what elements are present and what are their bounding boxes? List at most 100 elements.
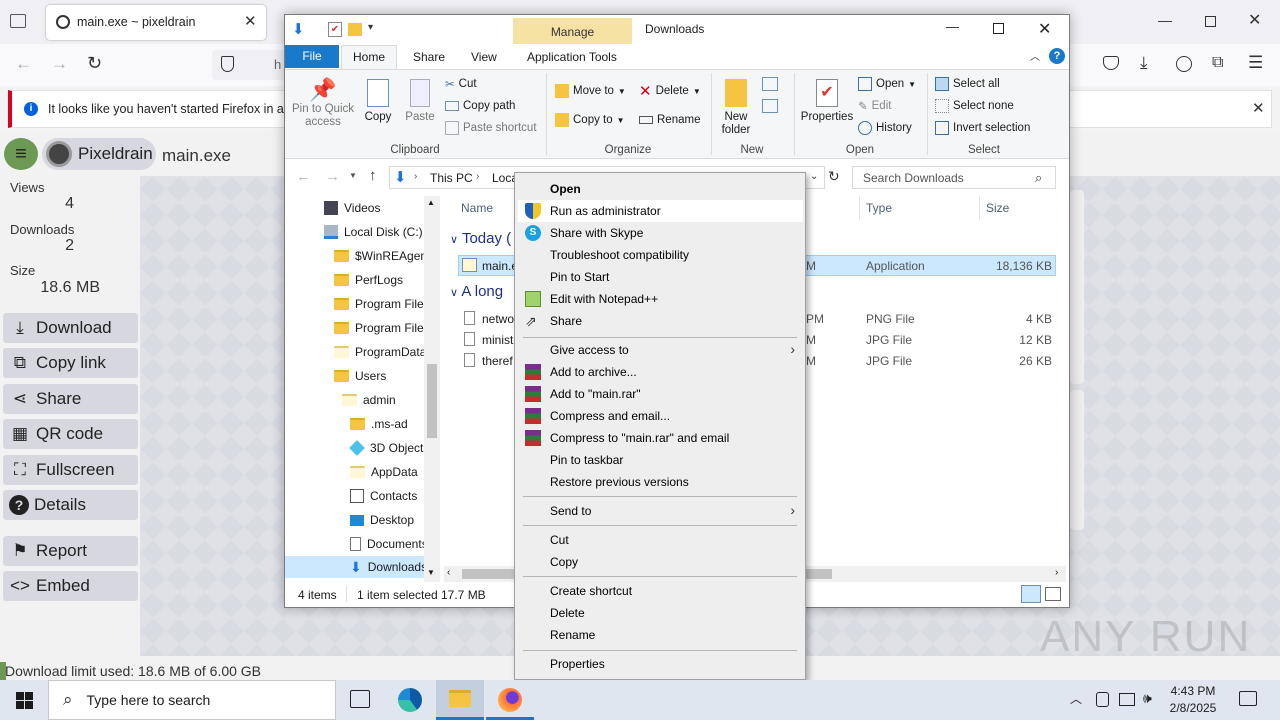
window-close-icon[interactable]: ✕ (1248, 10, 1261, 30)
properties-button[interactable]: ✔ Properties (799, 77, 855, 137)
tree-item-program-files-x86[interactable]: Program Files (334, 316, 430, 340)
breadcrumb-this-pc[interactable]: This PC (430, 171, 473, 185)
tree-item-local-disk[interactable]: Local Disk (C:) (324, 220, 423, 244)
taskbar-search-box[interactable]: ⌕ Type here to search (48, 680, 336, 720)
recent-locations-icon[interactable]: ▼ (349, 171, 357, 180)
tree-item-programdata[interactable]: ProgramData (334, 340, 426, 364)
qr-code-button[interactable]: ▦ QR code (3, 419, 138, 449)
tab-share[interactable]: Share (413, 50, 445, 64)
account-icon[interactable] (1176, 56, 1192, 72)
scroll-thumb[interactable] (427, 364, 437, 438)
column-header-type[interactable]: Type (866, 201, 892, 215)
network-device-icon[interactable] (1096, 692, 1109, 707)
scroll-left-icon[interactable]: ‹ (447, 567, 450, 578)
refresh-icon[interactable]: ↻ (828, 168, 840, 185)
tree-item-program-files[interactable]: Program Files (334, 292, 430, 316)
menu-item-pin-to-start[interactable]: Pin to Start (550, 266, 609, 288)
scroll-down-icon[interactable]: ▼ (427, 568, 435, 577)
fullscreen-button[interactable]: ⛶ Fullscreen (3, 455, 138, 485)
move-to-button[interactable]: Move to ▼ (555, 81, 626, 101)
new-folder-small-icon[interactable] (348, 23, 362, 36)
reload-icon[interactable]: ↻ (87, 53, 102, 74)
menu-item-add-to-main-rar[interactable]: Add to "main.rar" (550, 383, 641, 405)
open-button[interactable]: Open ▼ (858, 74, 916, 94)
menu-item-send-to[interactable]: Send to (550, 500, 591, 522)
notifications-icon[interactable] (1239, 691, 1257, 706)
tree-item-perflogs[interactable]: PerfLogs (334, 268, 403, 292)
show-hidden-icons-icon[interactable]: ︿ (1070, 690, 1082, 707)
edge-icon[interactable] (398, 688, 422, 712)
copy-link-button[interactable]: ⧉ Copy link (3, 348, 138, 378)
pin-quick-access-button[interactable]: 📌 Pin to Quick access (290, 77, 356, 137)
sidebar-menu-button[interactable]: ≡ (4, 138, 38, 170)
address-dropdown-icon[interactable]: ⌄ (810, 171, 818, 182)
copy-button[interactable]: Copy (360, 77, 396, 127)
manage-contextual-tab[interactable]: Manage (513, 18, 632, 44)
tree-item-downloads[interactable]: ⬇ Downloads (350, 555, 427, 579)
menu-item-share-with-skype[interactable]: Share with Skype (550, 222, 643, 244)
menu-item-restore-previous-versions[interactable]: Restore previous versions (550, 471, 689, 493)
customize-toolbar-icon[interactable]: ▾ (368, 22, 373, 33)
tab-application-tools[interactable]: Application Tools (527, 50, 617, 64)
task-view-icon[interactable] (350, 690, 370, 708)
menu-item-run-as-administrator[interactable]: Run as administrator (550, 200, 661, 222)
copy-to-button[interactable]: Copy to ▼ (555, 110, 625, 130)
volume-icon[interactable]: 🕪 (1143, 690, 1152, 707)
new-folder-button[interactable]: New folder (716, 77, 756, 139)
up-icon[interactable]: ↑ (369, 167, 377, 184)
menu-item-create-shortcut[interactable]: Create shortcut (550, 580, 632, 602)
browser-tab[interactable]: main.exe ~ pixeldrain ✕ (46, 5, 266, 40)
column-header-name[interactable]: Name (461, 201, 493, 215)
menu-item-rename[interactable]: Rename (550, 624, 595, 646)
menu-item-copy[interactable]: Copy (550, 551, 578, 573)
share-button[interactable]: ⋖ Share (3, 384, 138, 414)
clock-date[interactable]: 2/8/2025 (1160, 701, 1226, 715)
tab-view[interactable]: View (471, 50, 497, 64)
tab-close-icon[interactable]: ✕ (244, 12, 257, 30)
back-icon[interactable]: ← (15, 54, 32, 74)
easy-access-icon[interactable] (762, 99, 778, 113)
menu-item-compress-and-email[interactable]: Compress and email... (550, 405, 670, 427)
extensions-icon[interactable]: ⧉ (1212, 54, 1223, 72)
menu-item-share[interactable]: Share (550, 310, 582, 332)
tree-item-documents[interactable]: Documents (350, 532, 428, 556)
file-name[interactable]: netwo (482, 312, 514, 326)
search-box[interactable]: Search Downloads ⌕ (852, 166, 1056, 189)
paste-button[interactable]: Paste (402, 77, 438, 127)
group-header-a-long-time[interactable]: ∨ A long (450, 283, 503, 300)
menu-icon[interactable]: ☰ (1248, 53, 1263, 73)
tree-item-admin[interactable]: admin (342, 388, 396, 412)
explorer-close-icon[interactable]: ✕ (1038, 19, 1051, 39)
window-restore-icon[interactable] (1205, 16, 1216, 27)
nav-back-icon[interactable]: ← (296, 168, 311, 185)
explorer-maximize-icon[interactable] (993, 23, 1004, 34)
delete-button[interactable]: ✕ Delete ▼ (639, 81, 701, 101)
details-button[interactable]: ? Details (3, 490, 138, 520)
paste-shortcut-button[interactable]: Paste shortcut (445, 118, 537, 138)
download-button[interactable]: ⤓ Download (3, 313, 138, 343)
tab-home[interactable]: Home (341, 45, 397, 70)
rename-button[interactable]: Rename (639, 110, 700, 130)
start-button[interactable] (0, 680, 48, 720)
tree-item-3d-objects[interactable]: 3D Objects (349, 436, 429, 460)
collapse-ribbon-icon[interactable]: ︿ (1030, 48, 1040, 63)
properties-check-icon[interactable]: ✔ (328, 22, 342, 37)
embed-button[interactable]: <> Embed (3, 571, 138, 601)
group-header-today[interactable]: ∨ Today ( (450, 230, 511, 247)
nav-forward-icon[interactable]: → (325, 168, 340, 185)
menu-item-troubleshoot-compatibility[interactable]: Troubleshoot compatibility (550, 244, 689, 266)
menu-item-edit-with-notepad[interactable]: Edit with Notepad++ (550, 288, 658, 310)
file-name[interactable]: theref (482, 354, 513, 368)
menu-item-cut[interactable]: Cut (550, 529, 569, 551)
menu-item-pin-to-taskbar[interactable]: Pin to taskbar (550, 449, 623, 471)
tree-item-users[interactable]: Users (334, 364, 386, 388)
scroll-right-icon[interactable]: › (1055, 567, 1058, 578)
tree-item-ms-ad[interactable]: .ms-ad (350, 412, 408, 436)
menu-item-properties[interactable]: Properties (550, 653, 605, 675)
history-button[interactable]: History (858, 118, 912, 138)
menu-item-delete[interactable]: Delete (550, 602, 585, 624)
tree-item-appdata[interactable]: AppData (350, 460, 418, 484)
edit-button[interactable]: ✎ Edit (858, 96, 891, 116)
menu-item-compress-to-main-rar-and-email[interactable]: Compress to "main.rar" and email (550, 427, 729, 449)
file-explorer-taskbar-button[interactable] (436, 680, 484, 720)
